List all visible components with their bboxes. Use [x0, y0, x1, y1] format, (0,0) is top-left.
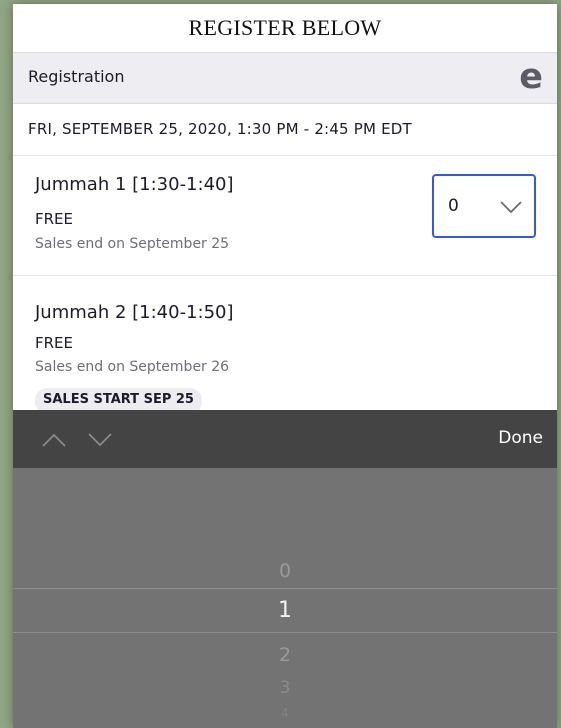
picker-option-1[interactable]: 1	[13, 598, 557, 623]
registration-widget: REGISTER BELOW Registration e FRI, SEPTE…	[13, 4, 557, 728]
selection-line-top	[13, 588, 557, 589]
registration-header: Registration e	[13, 52, 557, 104]
ticket-sales-info: Sales end on September 25	[35, 236, 230, 252]
event-date-row: FRI, SEPTEMBER 25, 2020, 1:30 PM - 2:45 …	[13, 104, 557, 156]
event-date: FRI, SEPTEMBER 25, 2020, 1:30 PM - 2:45 …	[28, 120, 412, 138]
picker-option-2[interactable]: 2	[13, 644, 557, 666]
chevron-down-icon[interactable]	[87, 432, 113, 448]
quantity-picker-wheel[interactable]: 0 1 2 3 4	[13, 468, 557, 728]
quantity-value: 0	[448, 196, 459, 216]
ticket-price: FREE	[35, 334, 74, 352]
done-button[interactable]: Done	[498, 428, 543, 448]
selection-line-bottom	[13, 632, 557, 633]
ticket-name: Jummah 2 [1:40-1:50]	[35, 302, 234, 323]
ticket-name: Jummah 1 [1:30-1:40]	[35, 174, 234, 195]
quantity-select[interactable]: 0	[432, 174, 536, 238]
picker-toolbar: Done	[13, 410, 557, 468]
eventbrite-logo-icon: e	[519, 57, 543, 97]
ticket-item-jummah-1: Jummah 1 [1:30-1:40] FREE Sales end on S…	[13, 156, 557, 276]
page-heading: REGISTER BELOW	[188, 15, 382, 40]
chevron-down-icon	[500, 201, 522, 214]
registration-title: Registration	[28, 67, 125, 86]
ticket-price: FREE	[35, 210, 74, 228]
ticket-sales-info: Sales end on September 26	[35, 359, 230, 375]
picker-option-0[interactable]: 0	[13, 560, 557, 582]
ticket-item-jummah-2: Jummah 2 [1:40-1:50] FREE Sales end on S…	[13, 276, 557, 416]
chevron-up-icon[interactable]	[41, 432, 67, 448]
picker-option-4[interactable]: 4	[13, 706, 557, 720]
picker-option-3[interactable]: 3	[13, 678, 557, 698]
